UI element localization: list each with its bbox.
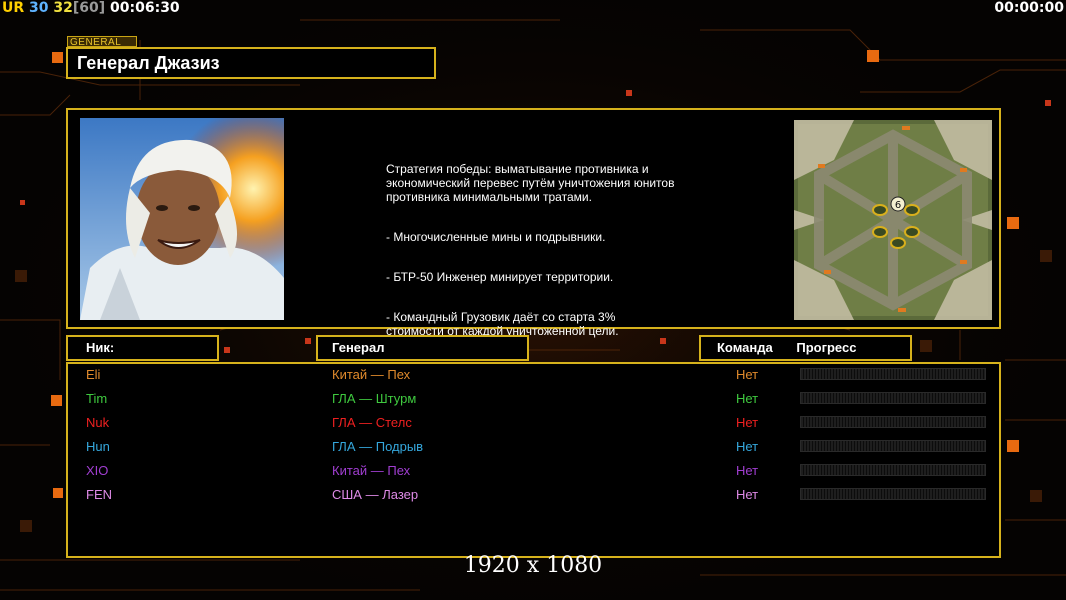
player-row: XIO Китай — Пех Нет [68, 460, 999, 484]
general-portrait [80, 118, 284, 320]
description-point-1: - Многочисленные мины и подрывники. [386, 230, 606, 244]
player-general: ГЛА — Штурм [332, 391, 417, 406]
player-nick: XIO [86, 463, 109, 478]
column-header-team: Команда [717, 340, 773, 355]
player-general: Китай — Пех [332, 367, 411, 382]
progress-bar [800, 440, 986, 452]
fps-overlay: UR 30 32[60] 00:06:30 [2, 0, 180, 17]
map-center-label: 6 [895, 200, 901, 211]
progress-bar [800, 392, 986, 404]
player-team: Нет [736, 367, 759, 382]
column-header-progress: Прогресс [796, 340, 857, 355]
progress-bar [800, 416, 986, 428]
elapsed-time: 00:06:30 [110, 0, 180, 16]
player-general: ГЛА — Стелс [332, 415, 412, 430]
player-nick: Hun [86, 439, 110, 454]
fps-value: 30 [29, 0, 49, 16]
player-row: Eli Китай — Пех Нет [68, 364, 999, 388]
player-team: Нет [736, 463, 759, 478]
player-row: Hun ГЛА — Подрыв Нет [68, 436, 999, 460]
player-team: Нет [736, 415, 759, 430]
player-general: Китай — Пех [332, 463, 411, 478]
description-strategy: Стратегия победы: выматывание противника… [386, 162, 675, 204]
player-nick: FEN [86, 487, 112, 502]
player-row: Tim ГЛА — Штурм Нет [68, 388, 999, 412]
general-title: Генерал Джазиз [66, 47, 436, 79]
column-header-general: Генерал [316, 335, 529, 361]
player-row: Nuk ГЛА — Стелс Нет [68, 412, 999, 436]
ur-label: UR [2, 0, 25, 16]
progress-bar [800, 488, 986, 500]
column-header-nick: Ник: [66, 335, 219, 361]
general-info-panel: Стратегия победы: выматывание противника… [66, 108, 1001, 338]
progress-bar [800, 464, 986, 476]
progress-bar [800, 368, 986, 380]
column-header-team-progress: Команда Прогресс [699, 335, 912, 361]
player-nick: Tim [86, 391, 108, 406]
player-team: Нет [736, 487, 759, 502]
description-point-2: - БТР-50 Инженер минирует территории. [386, 270, 614, 284]
timer: 00:00:00 [994, 0, 1064, 16]
player-team: Нет [736, 391, 759, 406]
general-tag: GENERAL [67, 36, 137, 48]
player-row: FEN США — Лазер Нет [68, 484, 999, 508]
description-point-3: - Командный Грузовик даёт со старта 3% с… [386, 310, 619, 338]
resolution-label: 1920 x 1080 [463, 553, 603, 578]
player-team: Нет [736, 439, 759, 454]
player-general: США — Лазер [332, 487, 419, 502]
player-nick: Nuk [86, 415, 110, 430]
fps-value-2: 32 [53, 0, 73, 16]
fps-cap: [60] [72, 0, 106, 16]
player-nick: Eli [86, 367, 101, 382]
general-description: Стратегия победы: выматывание противника… [386, 148, 746, 364]
player-list: Eli Китай — Пех Нет Tim ГЛА — Штурм Нет … [66, 362, 1001, 558]
map-preview: 6 [794, 120, 992, 320]
player-general: ГЛА — Подрыв [332, 439, 424, 454]
